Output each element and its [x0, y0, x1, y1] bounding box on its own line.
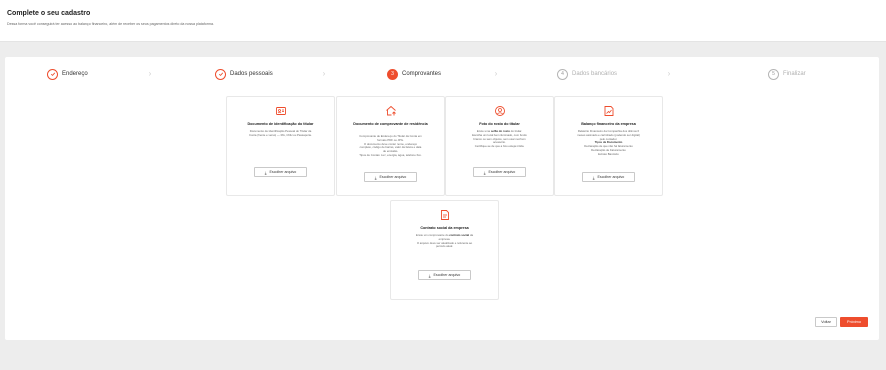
- step-number: 5: [768, 68, 779, 80]
- upload-card-identificacao: Documento de identificação do titular Do…: [226, 96, 335, 196]
- upload-card-balanco: Balanço financeiro da empresa Relatório …: [554, 96, 663, 196]
- step-label: Finalizar: [783, 71, 806, 77]
- choose-file-button[interactable]: ⤓ Escolher arquivo: [473, 167, 526, 177]
- download-icon: ⤓: [483, 169, 486, 175]
- step-dados-bancarios[interactable]: 4 Dados bancários: [557, 68, 617, 80]
- upload-card-residencia: Documento de comprovante de residência C…: [336, 96, 445, 196]
- step-label: Dados bancários: [572, 71, 618, 77]
- card-title: Documento de comprovante de residência: [353, 122, 428, 126]
- page-title: Complete o seu cadastro: [7, 10, 91, 17]
- house-upload-icon: [385, 105, 396, 116]
- check-icon: [47, 68, 58, 80]
- choose-file-button[interactable]: ⤓ Escolher arquivo: [418, 270, 471, 280]
- step-number: 4: [557, 68, 568, 80]
- choose-file-button[interactable]: ⤓ Escolher arquivo: [582, 172, 635, 182]
- choose-file-button[interactable]: ⤓ Escolher arquivo: [254, 167, 307, 177]
- step-number: 3: [387, 68, 398, 80]
- card-description: Comprovante de Endereço do Titular da Co…: [359, 134, 422, 157]
- main-panel: Endereço › Dados pessoais › 3 Comprovant…: [5, 57, 879, 340]
- step-finalizar[interactable]: 5 Finalizar: [768, 68, 806, 80]
- step-endereco[interactable]: Endereço: [47, 68, 88, 80]
- step-comprovantes[interactable]: 3 Comprovantes: [387, 68, 441, 80]
- step-label: Dados pessoais: [230, 71, 273, 77]
- page-subtitle: Dessa forma você conseguirá ter acesso a…: [7, 22, 214, 26]
- check-icon: [215, 68, 226, 80]
- step-dados-pessoais[interactable]: Dados pessoais: [215, 68, 273, 80]
- stepper: Endereço › Dados pessoais › 3 Comprovant…: [5, 57, 879, 91]
- download-icon: ⤓: [264, 169, 267, 175]
- chevron-right-icon: ›: [494, 69, 498, 78]
- choose-file-button[interactable]: ⤓ Escolher arquivo: [364, 172, 417, 182]
- card-title: Contrato social da empresa: [420, 226, 469, 230]
- card-description: Envie um comprovante do contrato social …: [415, 233, 474, 249]
- card-description: Relatório Financeiro da Companhia dos úl…: [577, 129, 640, 156]
- chart-file-icon: [604, 106, 613, 116]
- id-card-icon: [275, 107, 286, 115]
- upload-card-selfie: Foto do rosto do titular Envie uma selfi…: [445, 96, 554, 196]
- download-icon: ⤓: [428, 272, 431, 278]
- step-label: Endereço: [62, 71, 88, 77]
- card-title: Documento de identificação do titular: [247, 122, 314, 126]
- next-button[interactable]: Próximo: [840, 317, 868, 327]
- download-icon: ⤓: [374, 174, 377, 180]
- upload-card-contrato: Contrato social da empresa Envie um comp…: [390, 200, 499, 300]
- chevron-right-icon: ›: [148, 69, 152, 78]
- face-icon: [494, 106, 505, 116]
- chevron-right-icon: ›: [322, 69, 326, 78]
- download-icon: ⤓: [592, 174, 595, 180]
- step-label: Comprovantes: [402, 71, 442, 77]
- card-title: Balanço financeiro da empresa: [581, 122, 636, 126]
- card-description: Envie uma selfie do rosto do titular. Es…: [472, 129, 527, 149]
- contract-icon: [440, 210, 449, 220]
- chevron-right-icon: ›: [667, 69, 671, 78]
- card-title: Foto do rosto do titular: [479, 122, 520, 126]
- card-description: Documento de Identificação Pessoal do Ti…: [249, 129, 312, 137]
- back-button[interactable]: Voltar: [815, 317, 837, 327]
- page-header: Complete o seu cadastro Dessa forma você…: [0, 0, 886, 42]
